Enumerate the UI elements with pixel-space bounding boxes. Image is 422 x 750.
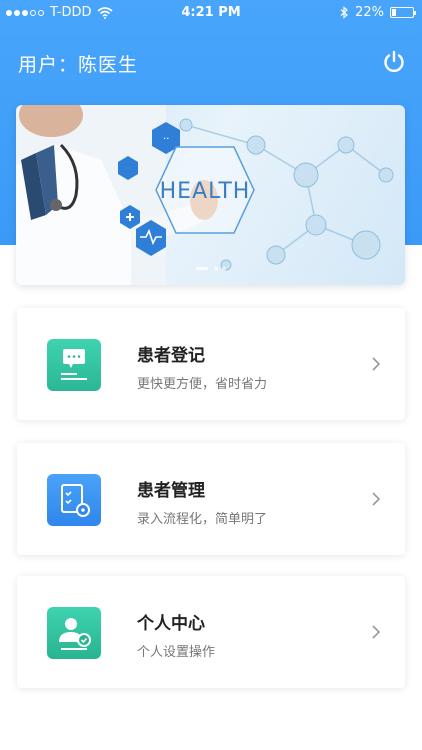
patient-management-card[interactable]: 患者管理 录入流程化，简单明了 [17,443,405,555]
battery-icon [390,7,416,18]
card-title: 患者管理 [137,481,205,501]
card-title: 个人中心 [137,614,205,634]
bluetooth-icon [340,6,349,19]
user-title: 用户：陈医生 [18,54,139,76]
patient-registration-card[interactable]: 患者登记 更快更方便，省时省力 [17,308,405,420]
chevron-right-icon [372,492,381,506]
nav-bar: 用户：陈医生 [0,40,422,84]
health-banner[interactable]: ᐧᐧ HEALTH [16,105,405,285]
registration-icon [47,339,101,391]
chevron-right-icon [372,357,381,371]
card-title: 患者登记 [137,346,205,366]
card-subtitle: 更快更方便，省时省力 [137,377,268,392]
banner-health-text: HEALTH [160,179,251,204]
power-icon[interactable] [382,50,406,74]
chevron-right-icon [372,625,381,639]
management-icon [47,474,101,526]
personal-center-icon [47,607,101,659]
card-subtitle: 录入流程化，简单明了 [137,512,268,527]
card-subtitle: 个人设置操作 [137,645,216,660]
banner-illustration: ᐧᐧ HEALTH [16,105,394,285]
svg-text:ᐧᐧ: ᐧᐧ [163,132,169,146]
personal-center-card[interactable]: 个人中心 个人设置操作 [17,576,405,688]
status-right: 22% [340,5,416,20]
battery-percent: 22% [355,5,384,20]
status-bar: T-DDD 4:21 PM 22% [0,0,422,26]
